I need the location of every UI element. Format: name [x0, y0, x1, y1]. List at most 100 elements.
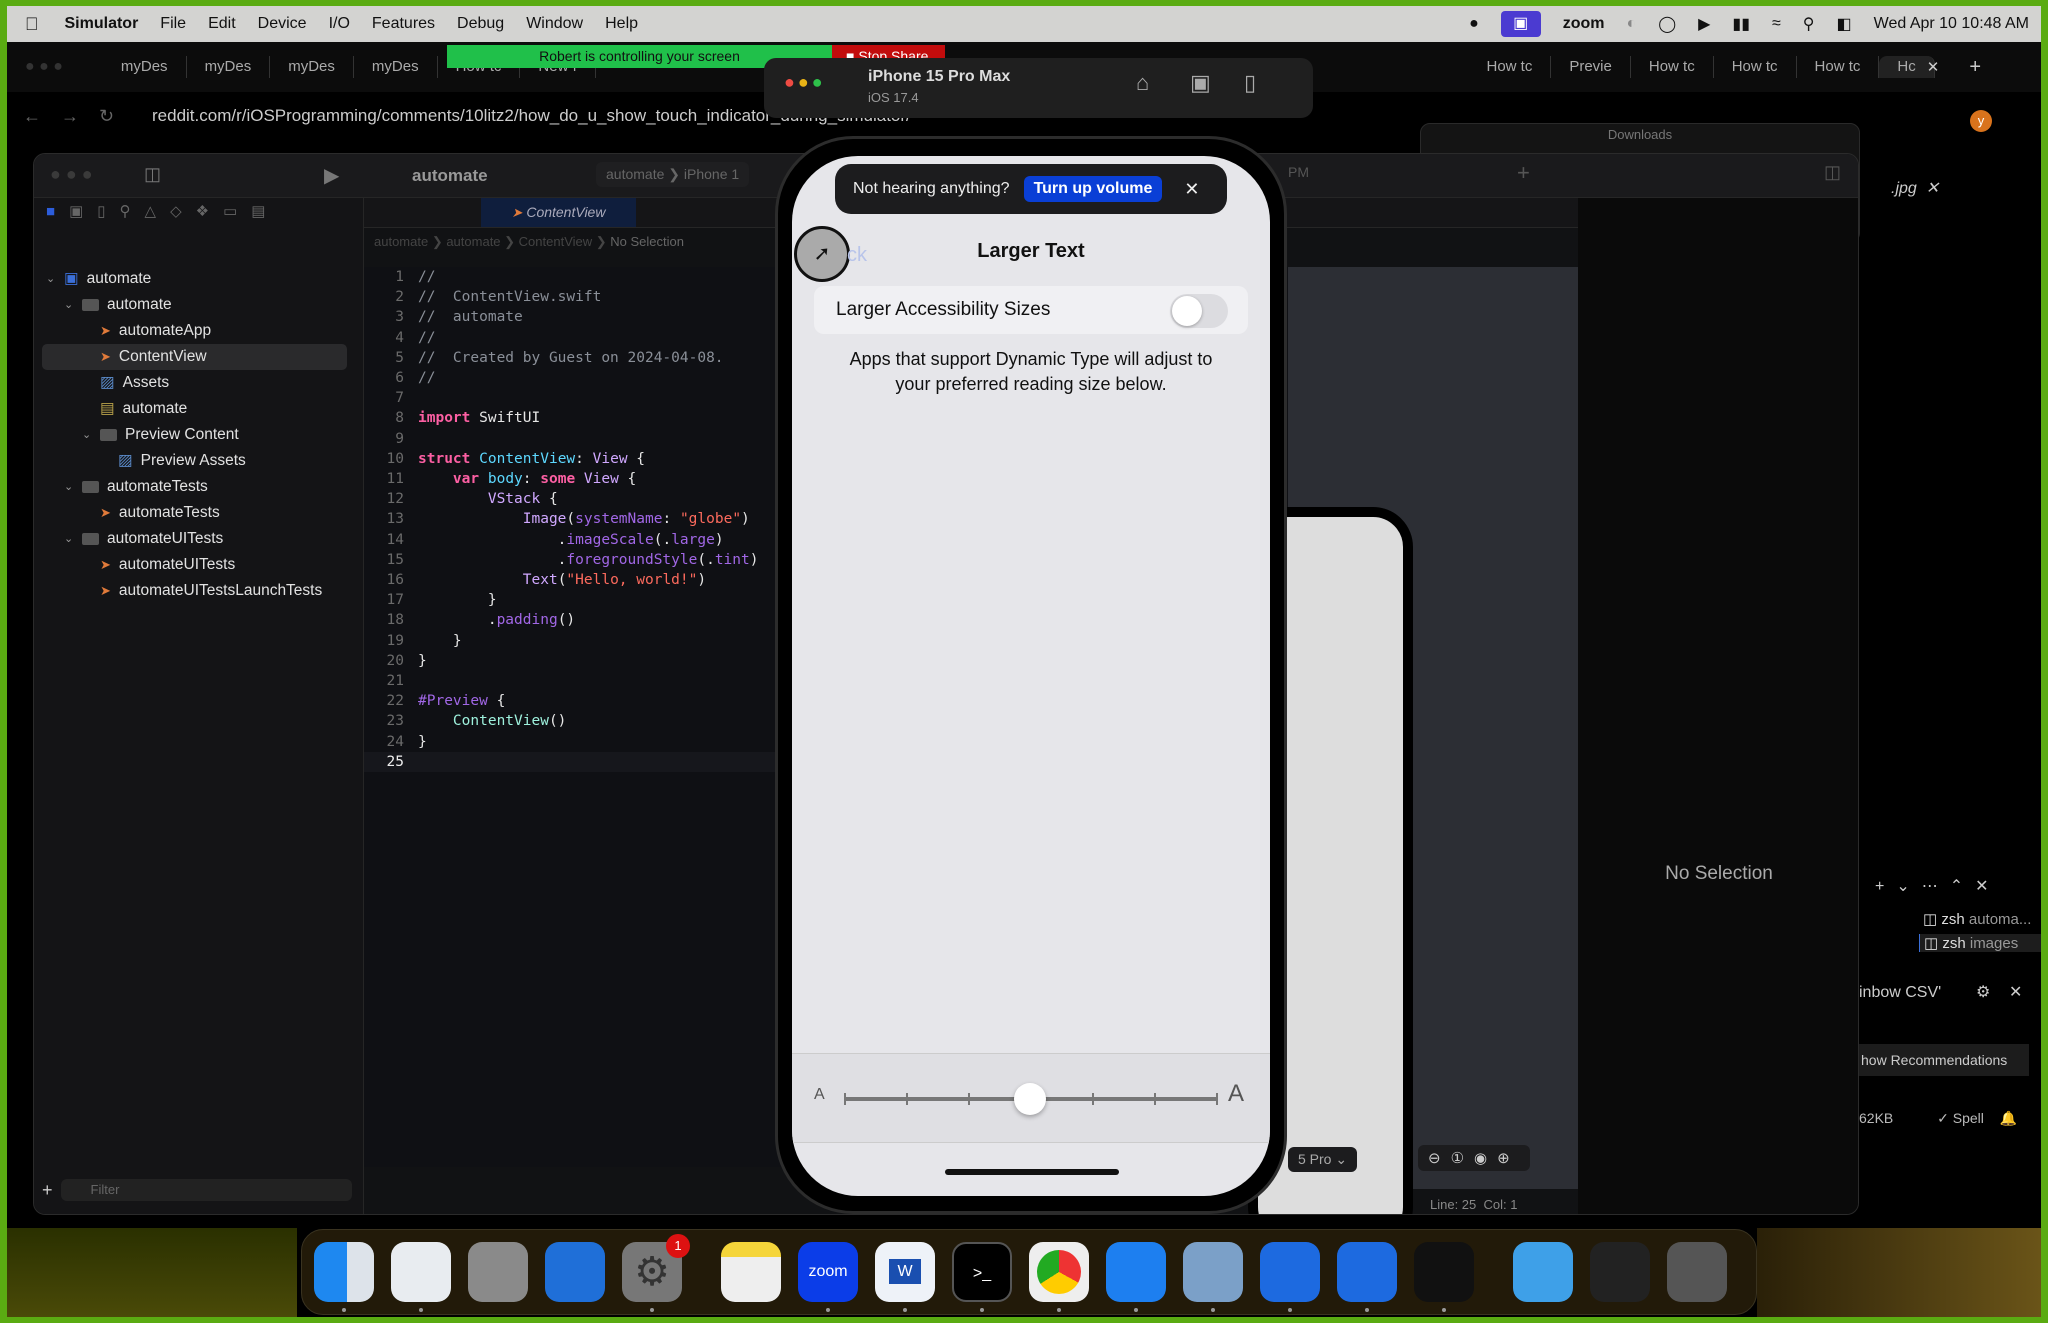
scheme-selector[interactable]: automate ❯ iPhone 1: [596, 162, 750, 187]
screenshot-icon[interactable]: ▣: [1190, 70, 1211, 96]
dock-screenshot[interactable]: [1590, 1242, 1650, 1302]
breadcrumb-file[interactable]: ContentView: [519, 234, 592, 249]
add-file-icon[interactable]: +: [42, 1180, 53, 1201]
settings-gear-icon[interactable]: ⚙: [1976, 982, 1990, 1002]
navigator-item[interactable]: ▨ Preview Assets: [34, 448, 354, 474]
rotate-icon[interactable]: ▯: [1244, 70, 1256, 96]
navigator-item[interactable]: ▤ automate: [34, 396, 354, 422]
dock-visual-studio-code[interactable]: [391, 1242, 451, 1302]
navigator-item[interactable]: ⌄ Preview Content: [34, 422, 354, 448]
disclosure-chevron-icon[interactable]: ⌄: [64, 292, 74, 318]
dock-xcode[interactable]: [1260, 1242, 1320, 1302]
dock-system-settings[interactable]: ⚙ 1: [622, 1234, 690, 1302]
text-size-slider[interactable]: [844, 1083, 1218, 1115]
control-center-icon[interactable]: ◧: [1837, 14, 1852, 34]
battery-icon[interactable]: ▮▮: [1732, 14, 1750, 34]
accessibility-sizes-toggle[interactable]: [1170, 294, 1228, 328]
disclosure-chevron-icon[interactable]: ⌄: [46, 266, 56, 292]
browser-tab[interactable]: How tc: [1468, 56, 1552, 78]
dock-quicktime[interactable]: [1414, 1242, 1474, 1302]
browser-tab[interactable]: myDes: [270, 56, 354, 78]
debug-icon[interactable]: ❖: [196, 203, 223, 220]
navigator-item[interactable]: ➤ automateApp: [34, 318, 354, 344]
navigator-item[interactable]: ▨ Assets: [34, 370, 354, 396]
slider-thumb[interactable]: [1014, 1083, 1046, 1115]
editor-tab-contentview[interactable]: ➤ ContentView: [481, 198, 636, 227]
disclosure-chevron-icon[interactable]: ⌄: [64, 526, 74, 552]
breadcrumb-group[interactable]: automate: [446, 234, 500, 249]
play-icon[interactable]: ▶: [1698, 14, 1710, 34]
preview-device-selector[interactable]: 5 Pro ⌄: [1288, 1147, 1358, 1172]
breakpoint-icon[interactable]: ▭: [223, 203, 251, 220]
creative-cloud-icon[interactable]: ◯: [1658, 14, 1676, 34]
window-controls[interactable]: ●●●: [784, 72, 826, 93]
navigator-item[interactable]: ⌄ automate: [34, 292, 354, 318]
close-banner-icon[interactable]: ✕: [1184, 179, 1199, 200]
zoom-share-icon[interactable]: ▣: [1500, 11, 1541, 37]
menu-help[interactable]: Help: [605, 15, 638, 33]
window-controls[interactable]: ● ● ●: [50, 164, 93, 185]
menu-edit[interactable]: Edit: [208, 15, 236, 33]
terminal-item[interactable]: ◫ zsh automa...: [1923, 910, 2031, 928]
browser-tab[interactable]: myDes: [103, 56, 187, 78]
navigator-item[interactable]: ➤ ContentView: [42, 344, 347, 370]
bookmark-icon[interactable]: ▯: [97, 203, 119, 220]
wifi-icon[interactable]: ≈: [1772, 15, 1781, 33]
reload-icon[interactable]: ↻: [99, 106, 114, 126]
record-icon[interactable]: ●: [1469, 15, 1479, 33]
breadcrumb-project[interactable]: automate: [374, 234, 428, 249]
focus-icon[interactable]: ◐: [1627, 15, 1637, 33]
search-icon[interactable]: ⚲: [120, 203, 145, 220]
navigator-item[interactable]: ⌄ automateTests: [34, 474, 354, 500]
menu-io[interactable]: I/O: [329, 15, 350, 33]
disclosure-chevron-icon[interactable]: ⌄: [82, 422, 92, 448]
folder-icon[interactable]: ■: [46, 203, 69, 220]
dock-chrome[interactable]: [1029, 1242, 1089, 1302]
terminal-item-active[interactable]: ◫ zsh images: [1919, 934, 2041, 952]
source-control-icon[interactable]: ▣: [69, 203, 97, 220]
dock-safari[interactable]: [545, 1242, 605, 1302]
dock-terminal[interactable]: >_: [952, 1242, 1012, 1302]
spotlight-icon[interactable]: ⚲: [1803, 14, 1815, 34]
menu-app-name[interactable]: Simulator: [65, 15, 139, 33]
zoom-menu[interactable]: zoom: [1563, 15, 1605, 33]
dock-preview[interactable]: [1183, 1242, 1243, 1302]
dock-finder[interactable]: [314, 1242, 374, 1302]
new-tab-icon[interactable]: +: [1969, 56, 1981, 79]
dock-trash[interactable]: [1667, 1242, 1727, 1302]
disclosure-chevron-icon[interactable]: ⌄: [64, 474, 74, 500]
browser-tab[interactable]: How tc: [1631, 56, 1714, 78]
dock-simulator[interactable]: [1337, 1242, 1397, 1302]
clock[interactable]: Wed Apr 10 10:48 AM: [1874, 15, 2029, 33]
browser-tab[interactable]: Previe: [1551, 56, 1631, 78]
run-button[interactable]: ▶: [324, 163, 339, 188]
file-tab[interactable]: .jpg ✕: [1891, 178, 1939, 198]
forward-icon[interactable]: →: [61, 106, 79, 126]
filter-input[interactable]: Filter: [60, 1179, 352, 1201]
dock-app-store[interactable]: [1106, 1242, 1166, 1302]
inspector-toggle-icon[interactable]: ◫: [1824, 162, 1841, 183]
navigator-item[interactable]: ➤ automateUITestsLaunchTests: [34, 578, 354, 604]
menu-device[interactable]: Device: [258, 15, 307, 33]
dock-notes[interactable]: [721, 1242, 781, 1302]
menu-window[interactable]: Window: [526, 15, 583, 33]
browser-tab[interactable]: myDes: [187, 56, 271, 78]
menu-debug[interactable]: Debug: [457, 15, 504, 33]
sidebar-toggle-icon[interactable]: ◫: [144, 164, 161, 185]
dock-launchpad[interactable]: [468, 1242, 528, 1302]
zoom-in-icon[interactable]: ⊕: [1497, 1150, 1520, 1167]
dock-downloads[interactable]: [1513, 1242, 1573, 1302]
show-recommendations-button[interactable]: how Recommendations: [1859, 1044, 2029, 1076]
browser-tab[interactable]: How tc: [1797, 56, 1880, 78]
navigator-item[interactable]: ➤ automateUITests: [34, 552, 354, 578]
navigator-item[interactable]: ⌄ ▣ automate: [34, 266, 354, 292]
zoom-out-icon[interactable]: ⊖: [1428, 1150, 1451, 1167]
close-notification-icon[interactable]: ✕: [2009, 982, 2022, 1002]
navigator-item[interactable]: ⌄ automateUITests: [34, 526, 354, 552]
dock-zoom[interactable]: zoom: [798, 1242, 858, 1302]
home-icon[interactable]: ⌂: [1136, 70, 1149, 96]
warning-icon[interactable]: △: [145, 203, 171, 220]
apple-icon[interactable]: : [25, 14, 39, 35]
report-icon[interactable]: ▤: [251, 203, 279, 220]
turn-up-volume-button[interactable]: Turn up volume: [1023, 176, 1163, 202]
